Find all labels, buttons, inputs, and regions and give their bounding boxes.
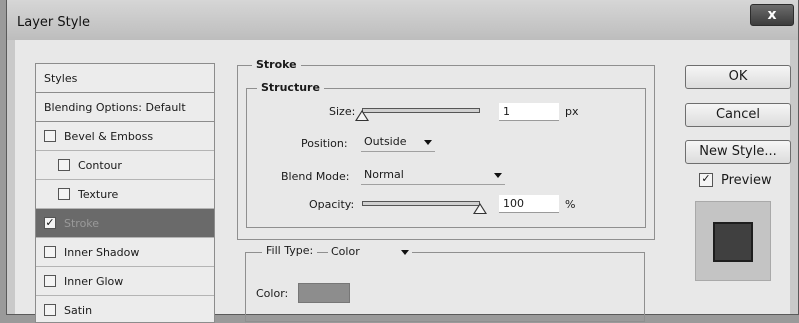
dialog-body: Styles Blending Options: Default Bevel & E… [15,40,791,323]
blend-mode-value: Normal [364,168,404,181]
preview-checkbox-row[interactable]: ✓ Preview [699,172,772,188]
style-item-stroke[interactable]: ✓ Stroke [36,209,214,238]
ok-button[interactable]: OK [685,65,791,89]
opacity-label: Opacity: [309,198,355,211]
style-checkbox[interactable] [58,159,70,171]
style-checkbox[interactable] [58,188,70,200]
size-slider-thumb[interactable] [355,110,369,121]
style-item-texture[interactable]: Texture [36,180,214,209]
style-item-contour[interactable]: Contour [36,151,214,180]
style-item-label: Inner Shadow [64,246,140,259]
new-style-button[interactable]: New Style... [685,140,791,164]
opacity-unit: % [565,198,576,211]
structure-group: Structure Size: 1 px Position: Outside B… [246,81,646,228]
style-item-bevel-emboss[interactable]: Bevel & Emboss [36,122,214,151]
stroke-group: Stroke Structure Size: 1 px Position: Ou… [237,58,655,240]
structure-heading: Structure [257,81,324,94]
opacity-slider[interactable] [362,201,480,206]
stroke-color-swatch[interactable] [298,283,350,303]
style-item-inner-shadow[interactable]: Inner Shadow [36,238,214,267]
fill-type-value: Color [331,245,360,258]
title-bar[interactable]: Layer Style x [7,0,798,40]
style-item-label: Styles [44,72,78,85]
style-checkbox[interactable]: ✓ [44,217,56,229]
position-label: Position: [301,137,348,150]
chevron-down-icon [424,140,432,145]
style-item-label: Blending Options: Default [44,101,186,114]
style-checkbox[interactable] [44,246,56,258]
blend-mode-dropdown[interactable]: Normal [361,167,505,185]
blend-mode-label: Blend Mode: [281,170,350,183]
chevron-down-icon [401,250,409,255]
fill-type-dropdown[interactable]: Color [328,244,412,262]
style-item-blending-options-default[interactable]: Blending Options: Default [36,93,214,122]
size-slider[interactable] [362,108,480,113]
fill-type-label: Fill Type: [262,244,318,257]
preview-thumbnail [695,201,771,281]
color-label: Color: [256,287,289,300]
opacity-input[interactable]: 100 [499,195,559,213]
preview-label: Preview [721,173,772,188]
style-item-styles[interactable]: Styles [36,64,214,93]
layer-style-dialog: Layer Style x Styles Blending Options: De… [6,0,799,323]
style-item-label: Satin [64,304,93,317]
style-item-satin[interactable]: Satin [36,296,214,322]
position-dropdown[interactable]: Outside [361,134,435,152]
style-item-label: Stroke [64,217,100,230]
style-checkbox[interactable] [44,304,56,316]
size-unit: px [565,105,579,118]
style-item-label: Texture [78,188,119,201]
preview-checkbox[interactable]: ✓ [699,172,713,187]
style-item-label: Contour [78,159,122,172]
style-item-inner-glow[interactable]: Inner Glow [36,267,214,296]
preview-swatch [713,222,753,262]
chevron-down-icon [494,173,502,178]
style-item-label: Inner Glow [64,275,124,288]
fill-type-group: Fill Type: Color Color: [245,244,645,322]
position-value: Outside [364,135,407,148]
close-button[interactable]: x [750,4,794,26]
style-checkbox[interactable] [44,130,56,142]
window-title: Layer Style [17,15,91,30]
style-checkbox[interactable] [44,275,56,287]
style-item-label: Bevel & Emboss [64,130,154,143]
size-input[interactable]: 1 [499,103,559,121]
opacity-slider-thumb[interactable] [473,203,487,214]
styles-list: Styles Blending Options: Default Bevel & E… [35,63,215,323]
size-label: Size: [329,105,356,118]
stroke-heading: Stroke [252,58,301,71]
cancel-button[interactable]: Cancel [685,103,791,127]
